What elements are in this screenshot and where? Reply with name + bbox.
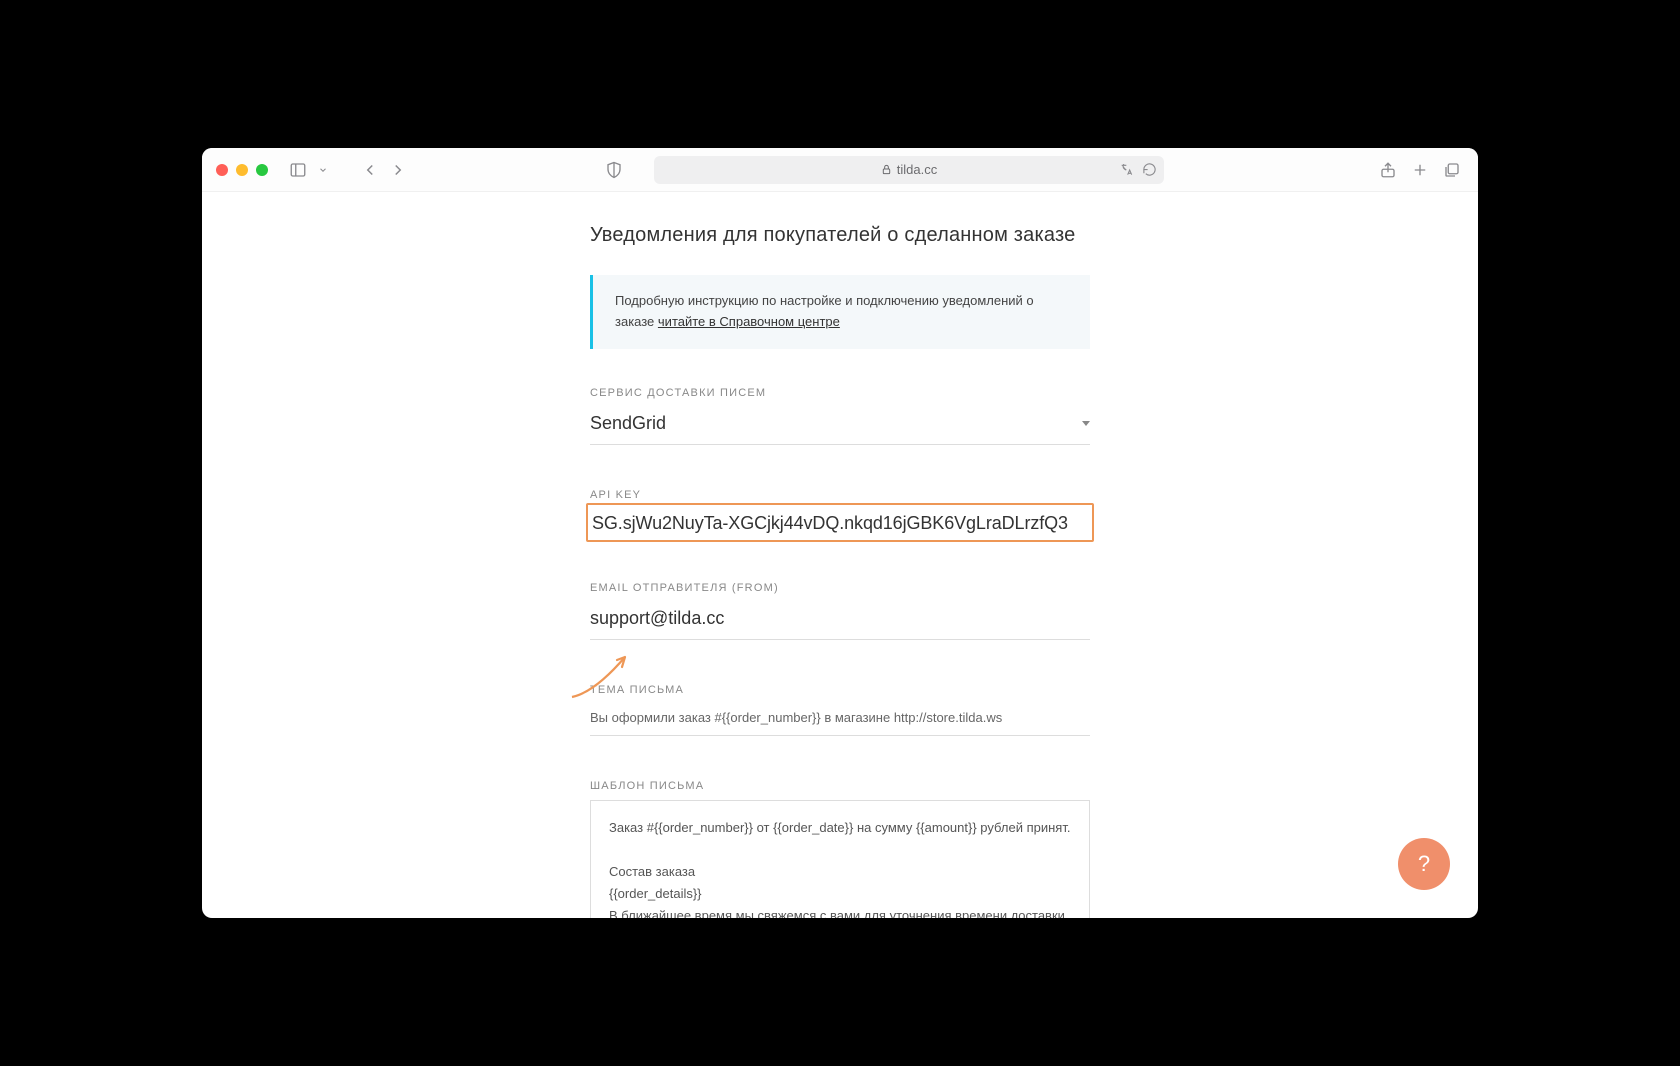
window-minimize-button[interactable] xyxy=(236,164,248,176)
caret-down-icon xyxy=(1082,421,1090,426)
url-host-text: tilda.cc xyxy=(897,162,937,177)
lock-icon xyxy=(881,164,892,175)
browser-toolbar: tilda.cc xyxy=(202,148,1478,192)
api-key-label: API KEY xyxy=(590,489,1090,501)
service-label: СЕРВИС ДОСТАВКИ ПИСЕМ xyxy=(590,387,1090,399)
shield-icon xyxy=(605,161,623,179)
help-icon: ? xyxy=(1418,851,1430,877)
url-display: tilda.cc xyxy=(881,162,937,177)
chevron-down-icon xyxy=(314,161,332,179)
api-key-highlight xyxy=(586,503,1094,542)
traffic-lights xyxy=(216,164,268,176)
translate-icon[interactable] xyxy=(1118,161,1136,179)
service-value: SendGrid xyxy=(590,413,666,434)
chevron-right-icon xyxy=(389,161,407,179)
info-callout: Подробную инструкцию по настройке и подк… xyxy=(590,275,1090,349)
new-tab-button[interactable] xyxy=(1408,158,1432,182)
subject-label: ТЕМА ПИСЬМА xyxy=(590,684,1090,696)
reload-icon[interactable] xyxy=(1140,161,1158,179)
share-icon xyxy=(1379,161,1397,179)
info-link[interactable]: читайте в Справочном центре xyxy=(658,314,840,329)
sidebar-toggle-button[interactable] xyxy=(286,158,310,182)
from-email-label: EMAIL ОТПРАВИТЕЛЯ (FROM) xyxy=(590,582,1090,594)
service-select[interactable]: SendGrid xyxy=(590,407,1090,445)
browser-window: tilda.cc Уведомления для покупателей о с xyxy=(202,148,1478,918)
tabs-overview-button[interactable] xyxy=(1440,158,1464,182)
nav-back-button[interactable] xyxy=(358,158,382,182)
template-textarea[interactable]: Заказ #{{order_number}} от {{order_date}… xyxy=(590,800,1090,918)
help-button[interactable]: ? xyxy=(1398,838,1450,890)
window-fullscreen-button[interactable] xyxy=(256,164,268,176)
api-key-input[interactable] xyxy=(590,509,1090,538)
share-button[interactable] xyxy=(1376,158,1400,182)
sidebar-icon xyxy=(289,161,307,179)
plus-icon xyxy=(1411,161,1429,179)
page-title: Уведомления для покупателей о сделанном … xyxy=(590,224,1090,247)
nav-forward-button[interactable] xyxy=(386,158,410,182)
chevron-left-icon xyxy=(361,161,379,179)
window-close-button[interactable] xyxy=(216,164,228,176)
page-content: Уведомления для покупателей о сделанном … xyxy=(202,192,1478,918)
url-bar[interactable]: tilda.cc xyxy=(654,156,1164,184)
from-email-input[interactable] xyxy=(590,602,1090,640)
template-label: ШАБЛОН ПИСЬМА xyxy=(590,780,1090,792)
subject-input[interactable] xyxy=(590,704,1090,736)
privacy-report-button[interactable] xyxy=(602,158,626,182)
tabs-icon xyxy=(1443,161,1461,179)
